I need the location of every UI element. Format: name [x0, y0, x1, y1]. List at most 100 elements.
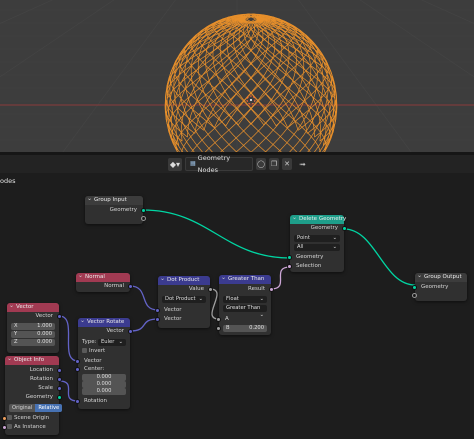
selection-label: Selection — [296, 263, 322, 269]
chevron-down-icon: ⌄ — [332, 235, 337, 241]
empty-input-socket[interactable] — [412, 293, 417, 298]
delete-geometry-node[interactable]: Delete Geometry Geometry Point ⌄ All ⌄ Geo… — [287, 213, 347, 272]
z-field[interactable]: Z 0.000 — [11, 339, 55, 346]
group-input-node[interactable]: Group Input Geometry — [85, 194, 146, 224]
object-info-node[interactable]: Object Info Location Rotation Scale Geom… — [2, 354, 63, 435]
empty-output-socket[interactable] — [141, 216, 146, 221]
viewport-canvas[interactable] — [0, 0, 474, 152]
value-output-socket[interactable] — [208, 287, 213, 292]
close-icon[interactable]: ✕ — [282, 158, 292, 170]
compare-mode-dropdown[interactable]: Greater Than ⌄ — [223, 305, 267, 318]
center-y-field[interactable]: 0.000 — [82, 381, 126, 388]
selection-input-socket[interactable] — [287, 264, 292, 269]
mode-dropdown[interactable]: All ⌄ — [294, 244, 340, 251]
fake-user-shield-icon[interactable]: ◯ — [256, 158, 266, 170]
node-title: Vector Rotate — [78, 316, 130, 327]
geometry-label: Geometry — [25, 394, 53, 400]
as-instance-input-socket[interactable] — [2, 425, 7, 430]
rotation-input-socket[interactable] — [75, 399, 80, 404]
link-geometry-output — [343, 228, 416, 286]
scale-label: Scale — [38, 385, 53, 391]
vector-rotate-node[interactable]: Vector Rotate Vector Type: Euler⌄ Invert… — [75, 316, 133, 409]
geometry-input-socket[interactable] — [287, 255, 292, 260]
geometry-output-socket[interactable] — [342, 226, 347, 231]
chevron-down-icon: ⌄ — [259, 296, 264, 302]
origin-dot — [250, 99, 252, 101]
input-vector-label: Vector — [84, 358, 102, 364]
as-instance-label: As Instance — [14, 424, 46, 430]
output-vector-label: Vector — [106, 328, 124, 334]
center-input-socket[interactable] — [75, 367, 80, 372]
duplicate-icon[interactable]: ❐ — [269, 158, 279, 170]
input-vector-label: Vector — [164, 307, 182, 313]
b-input-socket[interactable] — [216, 326, 221, 331]
b-label: B — [226, 325, 230, 331]
invert-checkbox[interactable]: Invert — [82, 348, 105, 355]
geometry-input-socket[interactable] — [412, 285, 417, 290]
center-x-field[interactable]: 0.000 — [82, 374, 126, 381]
normal-node[interactable]: Normal Normal — [76, 271, 133, 292]
node-tree-selector[interactable]: ◆▾ ▦ Geometry Nodes ◯ ❐ ✕ ➟ — [168, 155, 306, 174]
center-z-field[interactable]: 0.000 — [82, 388, 126, 395]
scene-origin-row[interactable]: Scene Origin — [7, 415, 49, 422]
x-value: 1.000 — [37, 323, 52, 329]
domain-dropdown[interactable]: Point ⌄ — [294, 235, 340, 242]
location-output-socket[interactable] — [57, 368, 62, 373]
y-value: 0.000 — [37, 331, 52, 337]
x-label: X — [14, 323, 18, 329]
vector-node[interactable]: Vector Vector X 1.000 Y 0.000 Z 0.000 — [7, 301, 62, 353]
vector-input-socket[interactable] — [75, 359, 80, 364]
b-value-field[interactable]: B 0.200 — [223, 325, 267, 332]
link-dot-value — [209, 288, 220, 320]
3d-viewport[interactable] — [0, 0, 474, 152]
x-field[interactable]: X 1.000 — [11, 323, 55, 330]
checkbox-icon[interactable] — [7, 424, 12, 429]
scale-output-socket[interactable] — [57, 386, 62, 391]
link-rotated-vector — [129, 318, 159, 332]
domain-value: Point — [297, 235, 310, 241]
greater-than-node[interactable]: Greater Than Result Float⌄ Greater Than⌄… — [216, 273, 274, 335]
geometry-output-socket[interactable] — [141, 208, 146, 213]
result-output-socket[interactable] — [269, 287, 274, 292]
node-title: Vector — [7, 301, 59, 312]
input-geometry-label: Geometry — [296, 254, 324, 260]
link-selection — [270, 266, 291, 290]
dot-product-node[interactable]: Dot Product Value Dot Product⌄ Vector Ve… — [155, 274, 213, 328]
transform-space-toggle[interactable]: Original Relative — [9, 404, 63, 412]
vector-input-socket[interactable] — [155, 308, 160, 313]
rotation-output-socket[interactable] — [57, 377, 62, 382]
geometry-output-socket[interactable] — [57, 395, 62, 400]
normal-output-socket[interactable] — [128, 284, 133, 289]
a-input-socket[interactable] — [216, 317, 221, 322]
type-dropdown[interactable]: Euler ⌄ — [98, 339, 126, 346]
vector-input-socket[interactable] — [155, 317, 160, 322]
data-type-dropdown[interactable]: Float ⌄ — [223, 296, 267, 303]
pin-icon[interactable]: ➟ — [299, 160, 306, 169]
object-input-socket[interactable] — [2, 416, 7, 421]
output-value-label: Value — [188, 286, 204, 292]
editor-label: odes — [0, 177, 16, 185]
vector-output-socket[interactable] — [57, 314, 62, 319]
geometry-nodes-icon[interactable]: ◆▾ — [168, 157, 182, 171]
group-output-node[interactable]: Group Output Geometry — [412, 271, 467, 301]
vector-output-socket[interactable] — [128, 329, 133, 334]
output-geometry-label: Geometry — [310, 225, 338, 231]
checkbox-icon[interactable] — [82, 348, 87, 353]
node-tree-name-field[interactable]: ▦ Geometry Nodes — [185, 155, 253, 174]
checkbox-icon[interactable] — [7, 415, 12, 420]
node-editor[interactable]: ◆▾ ▦ Geometry Nodes ◯ ❐ ✕ ➟ odes Group I… — [0, 155, 474, 439]
operation-dropdown[interactable]: Dot Product ⌄ — [162, 296, 206, 303]
wireframe-dome — [164, 13, 338, 152]
mode-value: All — [297, 244, 304, 250]
rotation-label: Rotation — [84, 398, 108, 404]
node-title: Normal — [76, 271, 130, 282]
y-field[interactable]: Y 0.000 — [11, 331, 55, 338]
original-option[interactable]: Original — [9, 404, 36, 412]
relative-option[interactable]: Relative — [35, 404, 63, 412]
output-normal-label: Normal — [104, 283, 124, 289]
link-geometry — [142, 209, 291, 259]
input-a-label: A — [225, 316, 229, 322]
node-title: Greater Than — [219, 273, 271, 284]
chevron-down-icon: ⌄ — [198, 296, 203, 302]
as-instance-row[interactable]: As Instance — [7, 424, 46, 431]
